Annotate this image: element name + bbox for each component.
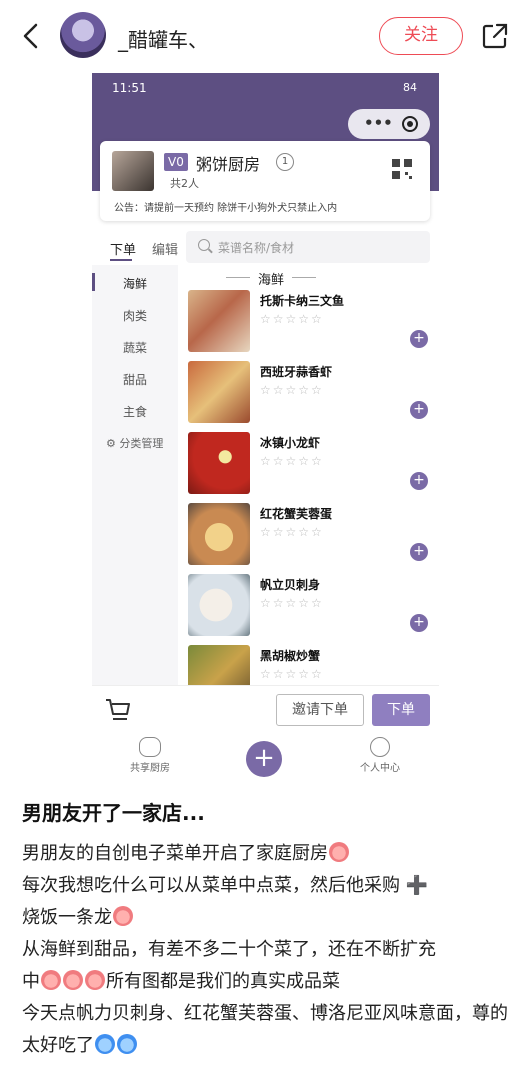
category-vegetables[interactable]: 蔬菜 xyxy=(92,339,178,356)
shocked-emoji-icon xyxy=(63,970,83,990)
search-placeholder: 菜谱名称/食材 xyxy=(218,241,295,255)
dish-name: 西班牙蒜香虾 xyxy=(260,365,333,379)
add-button[interactable]: + xyxy=(246,741,282,777)
rating-stars: ☆☆☆☆☆ xyxy=(260,596,324,610)
tab-order[interactable]: 下单 xyxy=(110,239,136,261)
crying-emoji-icon xyxy=(113,906,133,926)
category-sidebar: 海鲜 肉类 蔬菜 甜品 主食 ⚙ 分类管理 xyxy=(92,265,178,685)
category-desserts[interactable]: 甜品 xyxy=(92,371,178,388)
section-title: 海鲜 xyxy=(225,269,317,288)
nav-profile-label: 个人中心 xyxy=(360,763,400,774)
nav-profile[interactable]: 个人中心 xyxy=(340,735,420,774)
share-icon[interactable] xyxy=(481,22,509,50)
vip-badge: V0 xyxy=(164,153,188,171)
category-meat[interactable]: 肉类 xyxy=(92,307,178,324)
avatar[interactable] xyxy=(60,12,106,58)
chevron-left-icon[interactable] xyxy=(18,22,44,50)
post-title: 男朋友开了一家店... xyxy=(22,801,205,825)
post-line: 每次我想吃什么可以从菜单中点菜，然后他采购 xyxy=(22,875,400,896)
kitchen-avatar xyxy=(112,151,154,191)
add-dish-button[interactable]: + xyxy=(410,330,428,348)
post-line: 中 xyxy=(22,971,40,992)
app-screenshot: 11:51 84 ••• V0 粥饼厨房 1 共2人 公告：请提前一天预约 除饼… xyxy=(92,73,439,735)
dish-name: 红花蟹芙蓉蛋 xyxy=(260,507,333,521)
dish-name: 黑胡椒炒蟹 xyxy=(260,649,321,663)
dish-photo xyxy=(188,361,250,423)
dish-name: 帆立贝刺身 xyxy=(260,578,321,592)
battery-level: 84 xyxy=(403,81,417,94)
nav-shared-kitchen-label: 共享厨房 xyxy=(130,763,170,774)
post-line: 所有图都是我们的真实成品菜 xyxy=(106,971,340,992)
dish-photo xyxy=(188,645,250,685)
status-time: 11:51 xyxy=(112,81,147,95)
tears-emoji-icon xyxy=(95,1034,115,1054)
category-staples[interactable]: 主食 xyxy=(92,403,178,420)
chef-hat-icon xyxy=(139,737,161,757)
dish-item[interactable]: 托斯卡纳三文鱼 ☆☆☆☆☆ + xyxy=(186,290,439,354)
menu-tabs: 下单 编辑 菜谱名称/食材 xyxy=(92,231,439,265)
member-count: 共2人 xyxy=(170,177,199,190)
post-header: _醋罐车、 关注 xyxy=(0,0,530,72)
shocked-emoji-icon xyxy=(41,970,61,990)
dish-item[interactable]: 帆立贝刺身 ☆☆☆☆☆ + xyxy=(186,574,439,638)
nav-shared-kitchen[interactable]: 共享厨房 xyxy=(110,735,190,774)
post-line: 从海鲜到甜品，有差不多二十个菜了，还在不断扩充 xyxy=(22,939,436,960)
place-order-button[interactable]: 下单 xyxy=(372,694,430,726)
kitchen-card: V0 粥饼厨房 1 共2人 公告：请提前一天预约 除饼干小狗外犬只禁止入内 xyxy=(100,141,430,221)
post-line: 烧饭一条龙 xyxy=(22,907,112,928)
app-bottom-nav: 共享厨房 + 个人中心 xyxy=(92,735,439,781)
username[interactable]: _醋罐车、 xyxy=(118,24,208,53)
dish-item[interactable]: 西班牙蒜香虾 ☆☆☆☆☆ + xyxy=(186,361,439,425)
dish-photo xyxy=(188,432,250,494)
invite-order-button[interactable]: 邀请下单 xyxy=(276,694,364,726)
miniapp-capsule[interactable]: ••• xyxy=(348,109,430,139)
add-dish-button[interactable]: + xyxy=(410,472,428,490)
kitchen-name: 粥饼厨房 xyxy=(196,155,261,174)
rating-stars: ☆☆☆☆☆ xyxy=(260,454,324,468)
rating-stars: ☆☆☆☆☆ xyxy=(260,383,324,397)
close-miniapp-icon[interactable] xyxy=(402,116,418,132)
qr-code-icon[interactable] xyxy=(392,159,412,179)
level-badge: 1 xyxy=(276,153,294,171)
shocked-emoji-icon xyxy=(85,970,105,990)
add-dish-button[interactable]: + xyxy=(410,614,428,632)
dish-name: 托斯卡纳三文鱼 xyxy=(260,294,345,308)
dish-item[interactable]: 冰镇小龙虾 ☆☆☆☆☆ + xyxy=(186,432,439,496)
dish-photo xyxy=(188,290,250,352)
post-body: 男朋友的自创电子菜单开启了家庭厨房 每次我想吃什么可以从菜单中点菜，然后他采购 … xyxy=(22,838,512,1062)
category-manage[interactable]: ⚙ 分类管理 xyxy=(106,435,163,451)
dish-photo xyxy=(188,503,250,565)
more-icon[interactable]: ••• xyxy=(364,114,393,132)
plus-emoji-icon: ➕ xyxy=(405,875,429,896)
follow-button[interactable]: 关注 xyxy=(379,17,463,55)
rating-stars: ☆☆☆☆☆ xyxy=(260,667,324,681)
smiley-icon xyxy=(370,737,390,757)
search-icon xyxy=(198,239,210,251)
tears-emoji-icon xyxy=(117,1034,137,1054)
search-input[interactable]: 菜谱名称/食材 xyxy=(186,231,430,263)
dish-item[interactable]: 红花蟹芙蓉蛋 ☆☆☆☆☆ + xyxy=(186,503,439,567)
dish-item[interactable]: 黑胡椒炒蟹 ☆☆☆☆☆ xyxy=(186,645,439,685)
tab-edit[interactable]: 编辑 xyxy=(152,239,178,258)
cart-icon[interactable] xyxy=(104,696,132,724)
add-dish-button[interactable]: + xyxy=(410,401,428,419)
notice-text: 公告：请提前一天预约 除饼干小狗外犬只禁止入内 xyxy=(114,203,338,214)
dish-list: 海鲜 托斯卡纳三文鱼 ☆☆☆☆☆ + 西班牙蒜香虾 ☆☆☆☆☆ + 冰镇小龙虾 … xyxy=(186,265,439,685)
dish-photo xyxy=(188,574,250,636)
cart-bar: 邀请下单 下单 xyxy=(92,685,439,735)
dish-name: 冰镇小龙虾 xyxy=(260,436,321,450)
category-seafood[interactable]: 海鲜 xyxy=(92,275,178,292)
rating-stars: ☆☆☆☆☆ xyxy=(260,525,324,539)
crying-emoji-icon xyxy=(329,842,349,862)
add-dish-button[interactable]: + xyxy=(410,543,428,561)
category-manage-label: 分类管理 xyxy=(119,437,164,450)
post-line: 男朋友的自创电子菜单开启了家庭厨房 xyxy=(22,843,328,864)
rating-stars: ☆☆☆☆☆ xyxy=(260,312,324,326)
